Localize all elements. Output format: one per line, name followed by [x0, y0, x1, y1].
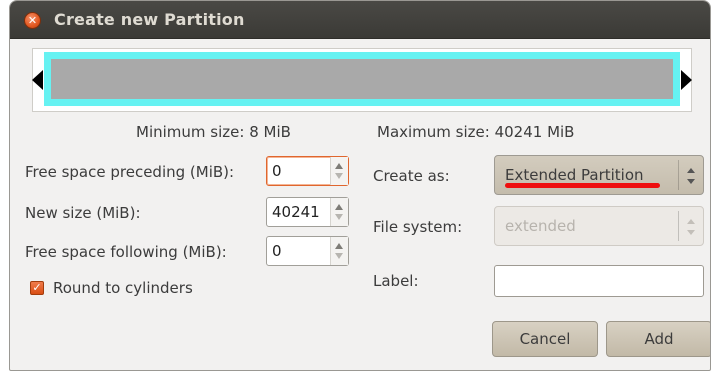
file-system-combobox: extended [494, 206, 704, 246]
new-size-input[interactable] [267, 198, 330, 226]
close-icon[interactable]: ✕ [24, 12, 41, 29]
minimum-size-label: Minimum size: 8 MiB [136, 123, 291, 141]
combo-updown-icon [686, 217, 696, 237]
spin-buttons[interactable] [330, 198, 348, 226]
add-button[interactable]: Add [606, 321, 710, 357]
free-preceding-label: Free space preceding (MiB): [25, 163, 235, 181]
free-preceding-input[interactable] [267, 157, 330, 185]
spin-buttons[interactable] [330, 237, 348, 265]
label-field-label: Label: [373, 272, 419, 290]
combo-separator [678, 160, 679, 190]
dialog-title: Create new Partition [54, 10, 245, 29]
spin-up-icon[interactable] [335, 163, 343, 169]
label-input[interactable] [494, 265, 704, 297]
partition-block[interactable] [44, 52, 680, 106]
spin-buttons[interactable] [330, 157, 348, 185]
spin-up-icon[interactable] [335, 243, 343, 249]
title-bar: ✕ Create new Partition [10, 1, 710, 39]
combo-updown-icon [686, 166, 696, 186]
round-to-cylinders-label[interactable]: Round to cylinders [53, 279, 193, 297]
free-following-label: Free space following (MiB): [25, 243, 227, 261]
combo-separator [678, 211, 679, 241]
spin-down-icon[interactable] [335, 214, 343, 220]
partition-resizer[interactable] [32, 48, 692, 112]
spin-down-icon[interactable] [335, 173, 343, 179]
free-preceding-spinbox[interactable] [266, 156, 349, 186]
new-size-spinbox[interactable] [266, 197, 349, 227]
cancel-button[interactable]: Cancel [492, 321, 598, 357]
create-as-label: Create as: [373, 167, 450, 185]
right-resize-handle-icon[interactable] [681, 70, 692, 90]
new-size-label: New size (MiB): [25, 204, 141, 222]
maximum-size-label: Maximum size: 40241 MiB [377, 123, 575, 141]
create-partition-dialog: ✕ Create new Partition Minimum size: 8 M… [9, 0, 711, 371]
spin-down-icon[interactable] [335, 253, 343, 259]
left-resize-handle-icon[interactable] [32, 70, 43, 90]
spin-up-icon[interactable] [335, 204, 343, 210]
free-following-spinbox[interactable] [266, 236, 349, 266]
create-as-combobox[interactable]: Extended Partition [494, 155, 704, 195]
round-to-cylinders-checkbox[interactable]: ✓ [30, 281, 44, 295]
free-following-input[interactable] [267, 237, 330, 265]
file-system-label: File system: [373, 218, 463, 236]
annotation-underline [505, 183, 660, 188]
file-system-value: extended [505, 217, 576, 235]
create-as-value: Extended Partition [505, 166, 644, 184]
